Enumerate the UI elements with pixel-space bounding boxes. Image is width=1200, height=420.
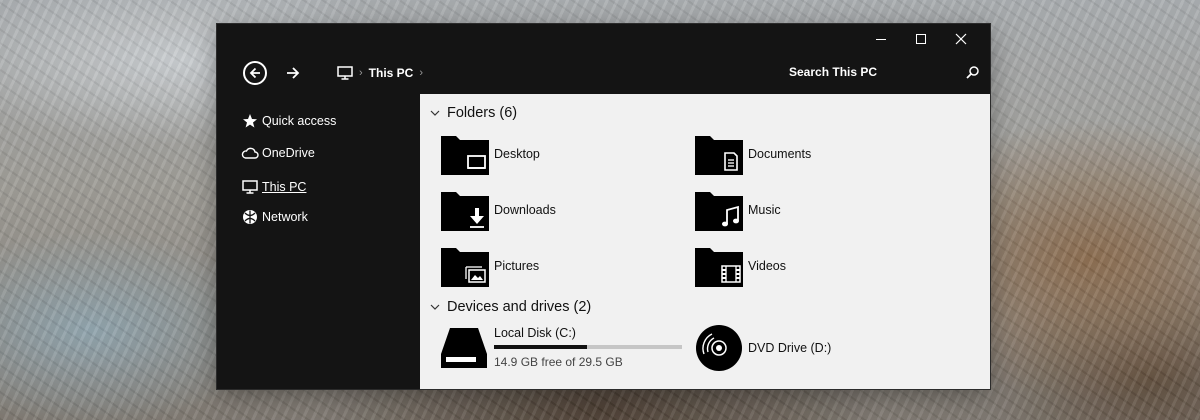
folder-documents[interactable]: Documents — [694, 132, 811, 176]
forward-button[interactable] — [281, 61, 305, 85]
sidebar-item-onedrive[interactable]: OneDrive — [241, 142, 315, 164]
maximize-icon — [916, 34, 926, 44]
breadcrumb[interactable]: › This PC › — [337, 63, 423, 83]
folder-name: Desktop — [494, 147, 540, 161]
close-icon — [955, 33, 967, 45]
folder-name: Documents — [748, 147, 812, 161]
breadcrumb-separator-icon: › — [359, 67, 363, 79]
search-button[interactable] — [966, 65, 982, 81]
folders-group-header[interactable]: Folders (6) — [428, 102, 517, 124]
dvd-disc-icon — [694, 324, 744, 372]
search-box[interactable]: Search This PC — [737, 62, 987, 84]
folder-name: Music — [748, 203, 781, 217]
drive-name: DVD Drive (D:) — [748, 341, 832, 355]
music-folder-icon — [694, 188, 744, 232]
drive-local-disk[interactable]: Local Disk (C:) 14.9 GB free of 29.5 GB — [440, 322, 690, 372]
title-bar — [217, 24, 990, 54]
navigation-bar: › This PC › Search This PC — [217, 54, 990, 94]
drive-usage-fill — [494, 345, 588, 349]
sidebar-item-label: OneDrive — [262, 146, 315, 160]
drive-usage-bar — [494, 345, 682, 349]
documents-folder-icon — [694, 132, 744, 176]
forward-arrow-icon — [287, 67, 300, 79]
videos-folder-icon — [694, 244, 744, 288]
maximize-button[interactable] — [901, 24, 941, 54]
breadcrumb-chevron-icon[interactable]: › — [419, 67, 423, 79]
computer-icon — [337, 66, 353, 80]
pictures-folder-icon — [440, 244, 490, 288]
folder-name: Downloads — [494, 203, 556, 217]
folder-music[interactable]: Music — [694, 188, 781, 232]
file-explorer-window: › This PC › Search This PC Quick access … — [217, 24, 990, 389]
sidebar-item-network[interactable]: Network — [241, 206, 308, 228]
sidebar-item-label: This PC — [262, 180, 307, 194]
drive-name: Local Disk (C:) — [494, 326, 576, 340]
back-button[interactable] — [243, 61, 267, 85]
navigation-pane: Quick access OneDrive This PC Network — [217, 94, 420, 389]
folder-videos[interactable]: Videos — [694, 244, 786, 288]
folder-pictures[interactable]: Pictures — [440, 244, 539, 288]
folder-name: Videos — [748, 259, 786, 273]
downloads-folder-icon — [440, 188, 490, 232]
close-button[interactable] — [941, 24, 981, 54]
drive-free-space: 14.9 GB free of 29.5 GB — [494, 355, 623, 369]
computer-icon — [241, 178, 259, 196]
drive-dvd[interactable]: DVD Drive (D:) — [694, 324, 894, 372]
content-pane: Folders (6) Desktop Documents Downloads — [420, 94, 990, 389]
chevron-down-icon — [428, 106, 442, 120]
sidebar-item-this-pc[interactable]: This PC — [241, 176, 306, 198]
chevron-down-icon — [428, 300, 442, 314]
cloud-icon — [241, 144, 259, 162]
hard-drive-icon — [440, 326, 488, 370]
sidebar-item-label: Quick access — [262, 114, 337, 128]
star-icon — [241, 112, 259, 130]
back-arrow-icon — [249, 67, 260, 79]
network-icon — [241, 208, 259, 226]
devices-group-title: Devices and drives (2) — [447, 299, 592, 315]
folders-group-title: Folders (6) — [447, 105, 518, 121]
folder-name: Pictures — [494, 259, 540, 273]
minimize-icon — [876, 39, 886, 40]
devices-group-header[interactable]: Devices and drives (2) — [428, 296, 591, 318]
desktop-folder-icon — [440, 132, 490, 176]
search-icon — [966, 66, 979, 79]
sidebar-item-label: Network — [262, 210, 308, 224]
breadcrumb-location[interactable]: This PC — [369, 66, 414, 80]
sidebar-item-quick-access[interactable]: Quick access — [241, 110, 336, 132]
search-input[interactable]: Search This PC — [789, 65, 877, 79]
folder-desktop[interactable]: Desktop — [440, 132, 540, 176]
folder-downloads[interactable]: Downloads — [440, 188, 556, 232]
minimize-button[interactable] — [861, 24, 901, 54]
